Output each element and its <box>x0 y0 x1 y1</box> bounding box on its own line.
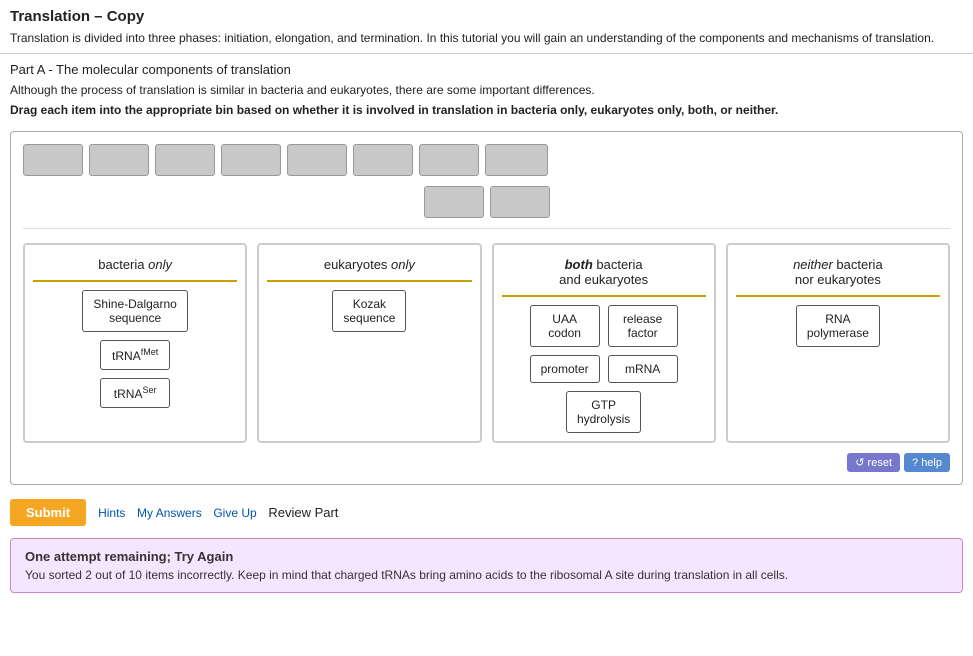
drag-item-10[interactable] <box>490 186 550 218</box>
submit-button[interactable]: Submit <box>10 499 86 526</box>
reset-help-row: ↺ reset ? help <box>23 453 950 472</box>
page-description: Translation is divided into three phases… <box>0 29 973 54</box>
bins-container: bacteria only Shine-Dalgarnosequence tRN… <box>23 243 950 443</box>
part-desc: Although the process of translation is s… <box>0 81 973 101</box>
my-answers-link[interactable]: My Answers <box>137 506 202 520</box>
placed-item-shine-dalgarno[interactable]: Shine-Dalgarnosequence <box>82 290 187 332</box>
bin-bacteria-only-items: Shine-Dalgarnosequence tRNAfMet tRNASer <box>33 290 237 408</box>
drag-item-4[interactable] <box>221 144 281 176</box>
action-row: Submit Hints My Answers Give Up Review P… <box>0 491 973 534</box>
review-part-text: Review Part <box>268 505 338 520</box>
hints-link[interactable]: Hints <box>98 506 125 520</box>
action-links: Hints My Answers Give Up Review Part <box>98 505 338 520</box>
drag-item-8[interactable] <box>485 144 548 176</box>
bin-both: both bacteriaand eukaryotes UAAcodon rel… <box>492 243 716 443</box>
bin-bacteria-only: bacteria only Shine-Dalgarnosequence tRN… <box>23 243 247 443</box>
bin-both-row2: promoter mRNA <box>530 355 678 383</box>
drag-item-1[interactable] <box>23 144 83 176</box>
part-label: Part A <box>10 62 45 77</box>
bin-neither: neither bacterianor eukaryotes RNApolyme… <box>726 243 950 443</box>
placed-item-kozak[interactable]: Kozaksequence <box>332 290 406 332</box>
placed-item-rna-polymerase[interactable]: RNApolymerase <box>796 305 880 347</box>
part-instruction: Drag each item into the appropriate bin … <box>0 101 973 125</box>
placed-item-trna-fmet[interactable]: tRNAfMet <box>100 340 170 370</box>
placed-item-gtp-hydrolysis[interactable]: GTPhydrolysis <box>566 391 641 433</box>
placed-item-trna-ser[interactable]: tRNASer <box>100 378 170 408</box>
part-separator: - <box>48 62 56 77</box>
bin-both-header: both bacteriaand eukaryotes <box>502 253 706 297</box>
bin-both-items: UAAcodon releasefactor promoter mRNA GTP… <box>502 305 706 433</box>
placed-item-release-factor[interactable]: releasefactor <box>608 305 678 347</box>
placed-item-mrna[interactable]: mRNA <box>608 355 678 383</box>
bin-eukaryotes-only-items: Kozaksequence <box>267 290 471 332</box>
bin-both-row3: GTPhydrolysis <box>566 391 641 433</box>
placed-item-uaa-codon[interactable]: UAAcodon <box>530 305 600 347</box>
part-header: Part A - The molecular components of tra… <box>0 54 973 81</box>
bin-neither-header: neither bacterianor eukaryotes <box>736 253 940 297</box>
drag-item-6[interactable] <box>353 144 413 176</box>
feedback-box: One attempt remaining; Try Again You sor… <box>10 538 963 593</box>
bin-neither-items: RNApolymerase <box>736 305 940 347</box>
feedback-text: You sorted 2 out of 10 items incorrectly… <box>25 568 948 582</box>
main-content-box: bacteria only Shine-Dalgarnosequence tRN… <box>10 131 963 485</box>
drag-item-9[interactable] <box>424 186 484 218</box>
part-subtitle: The molecular components of translation <box>56 62 291 77</box>
help-button[interactable]: ? help <box>904 453 950 472</box>
feedback-title: One attempt remaining; Try Again <box>25 549 948 564</box>
bin-bacteria-only-header: bacteria only <box>33 253 237 282</box>
placed-item-promoter[interactable]: promoter <box>530 355 600 383</box>
bin-eukaryotes-only: eukaryotes only Kozaksequence <box>257 243 481 443</box>
draggable-items-area <box>23 144 950 229</box>
drag-item-3[interactable] <box>155 144 215 176</box>
drag-item-2[interactable] <box>89 144 149 176</box>
give-up-link[interactable]: Give Up <box>213 506 256 520</box>
page-title: Translation – Copy <box>0 0 973 29</box>
drag-item-7[interactable] <box>419 144 479 176</box>
reset-button[interactable]: ↺ reset <box>847 453 900 472</box>
bin-eukaryotes-only-header: eukaryotes only <box>267 253 471 282</box>
drag-item-5[interactable] <box>287 144 347 176</box>
bin-both-row1: UAAcodon releasefactor <box>530 305 678 347</box>
